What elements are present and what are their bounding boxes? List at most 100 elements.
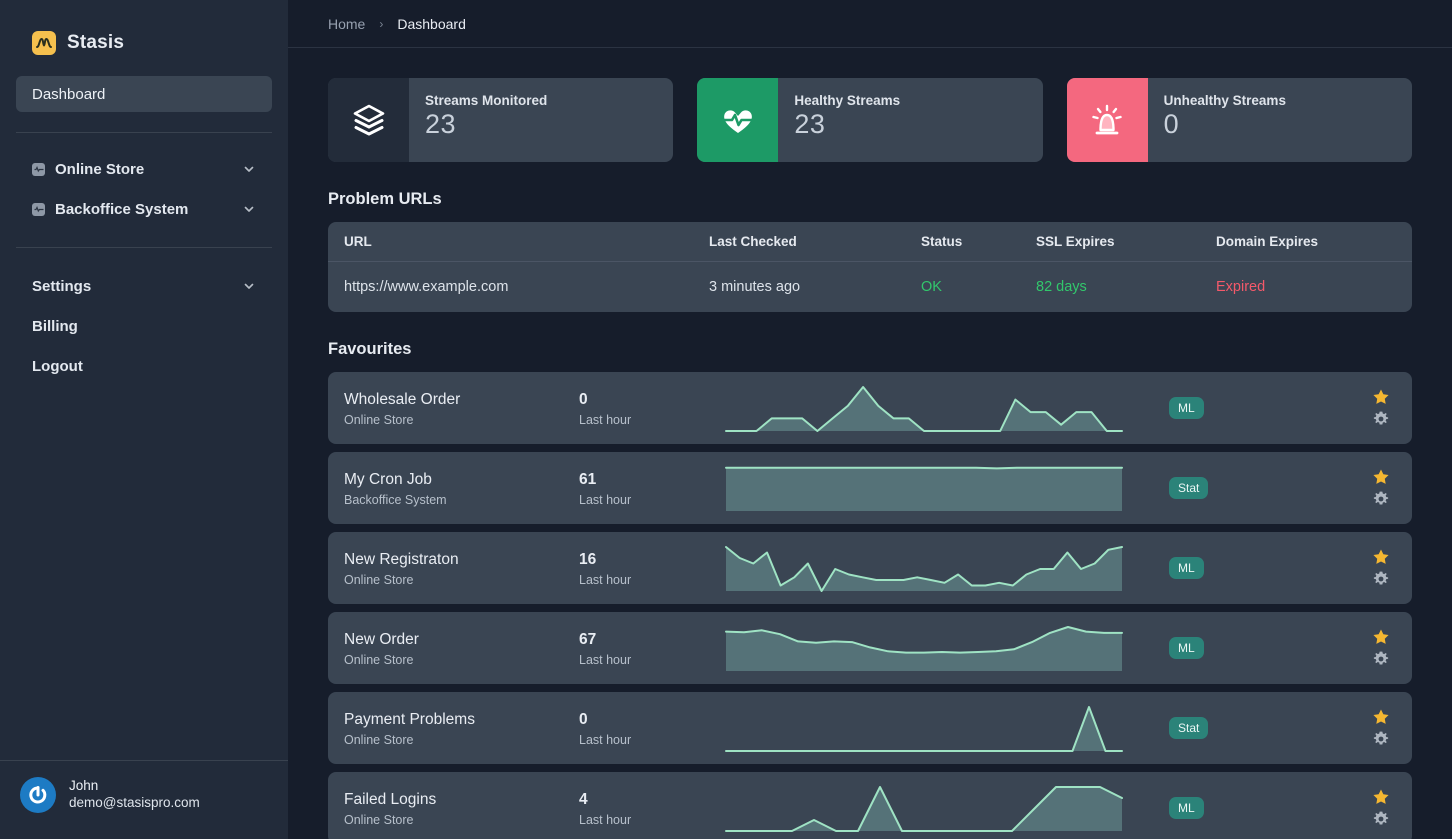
favourite-row[interactable]: New Registraton Online Store 16 Last hour ML: [328, 532, 1412, 604]
cell-last-checked: 3 minutes ago: [709, 279, 801, 295]
favourite-period: Last hour: [579, 572, 632, 587]
sidebar-item-logout[interactable]: Logout: [16, 346, 272, 386]
alarm-light-icon: [1066, 78, 1148, 162]
favourite-value-col: 0 Last hour: [579, 710, 724, 747]
user-email: demo@stasispro.com: [69, 795, 200, 810]
sidebar-secondary: Settings Billing Logout: [0, 266, 288, 386]
favourite-period: Last hour: [579, 732, 632, 747]
favourite-value: 4: [579, 790, 588, 808]
stat-value: 0: [1163, 109, 1180, 139]
sidebar-user-card[interactable]: John demo@stasispro.com: [0, 760, 288, 839]
sidebar-divider-1: [16, 132, 272, 133]
favourite-badge[interactable]: Stat: [1169, 477, 1209, 499]
stat-cards: Streams Monitored 23 Healthy Streams 23: [328, 78, 1412, 162]
gear-icon[interactable]: [1372, 810, 1390, 828]
favourite-row[interactable]: My Cron Job Backoffice System 61 Last hour S…: [328, 452, 1412, 524]
sidebar-item-label: Backoffice System: [55, 200, 189, 218]
favourite-period: Last hour: [579, 492, 632, 507]
favourite-source: Online Store: [344, 732, 414, 747]
favourite-row[interactable]: Wholesale Order Online Store 0 Last hour ML: [328, 372, 1412, 444]
star-filled-icon[interactable]: [1372, 548, 1390, 566]
favourite-sparkline-chart: [724, 461, 1124, 515]
gear-icon[interactable]: [1372, 490, 1390, 508]
favourite-row[interactable]: Failed Logins Online Store 4 Last hour ML: [328, 772, 1412, 839]
star-filled-icon[interactable]: [1372, 468, 1390, 486]
favourite-name-col: Payment Problems Online Store: [344, 710, 579, 747]
sidebar: Stasis Dashboard Online Store Backoffice…: [0, 0, 288, 839]
table-header-row: URL Last Checked Status SSL Expires Doma…: [328, 222, 1412, 262]
dashboard-body: Streams Monitored 23 Healthy Streams 23: [288, 48, 1452, 839]
favourite-name: Wholesale Order: [344, 390, 461, 408]
sidebar-item-dashboard[interactable]: Dashboard: [16, 76, 272, 112]
favourite-badge-col: ML: [1124, 797, 1366, 819]
favourite-actions: [1366, 708, 1396, 748]
favourite-badge[interactable]: ML: [1169, 397, 1204, 419]
gear-icon[interactable]: [1372, 730, 1390, 748]
favourite-name: New Order: [344, 630, 419, 648]
favourite-badge[interactable]: Stat: [1169, 717, 1209, 739]
favourite-period: Last hour: [579, 412, 632, 427]
sidebar-item-billing[interactable]: Billing: [16, 306, 272, 346]
star-filled-icon[interactable]: [1372, 388, 1390, 406]
favourite-badge[interactable]: ML: [1169, 637, 1204, 659]
favourite-row[interactable]: New Order Online Store 67 Last hour ML: [328, 612, 1412, 684]
favourite-value: 67: [579, 630, 597, 648]
sidebar-nav: Dashboard: [0, 62, 288, 112]
stat-card-streams-monitored[interactable]: Streams Monitored 23: [328, 78, 674, 162]
favourite-value-col: 4 Last hour: [579, 790, 724, 827]
sidebar-item-settings[interactable]: Settings: [16, 266, 272, 306]
favourite-sparkline-chart: [724, 541, 1124, 595]
favourite-sparkline-chart: [724, 781, 1124, 835]
gear-icon[interactable]: [1372, 650, 1390, 668]
stat-label: Streams Monitored: [425, 93, 548, 108]
favourite-name: My Cron Job: [344, 470, 432, 488]
breadcrumb-home[interactable]: Home: [328, 16, 365, 32]
favourite-badge[interactable]: ML: [1169, 797, 1204, 819]
star-filled-icon[interactable]: [1372, 708, 1390, 726]
activity-square-icon: [32, 202, 45, 216]
chevron-down-icon[interactable]: [242, 202, 256, 216]
favourite-badge[interactable]: ML: [1169, 557, 1204, 579]
brand-name: Stasis: [67, 32, 125, 53]
favourites-title: Favourites: [328, 340, 412, 358]
cell-status: OK: [921, 279, 942, 295]
sidebar-item-backoffice-system[interactable]: Backoffice System: [16, 191, 272, 227]
favourite-actions: [1366, 788, 1396, 828]
favourite-name-col: New Order Online Store: [344, 630, 579, 667]
favourite-name-col: Wholesale Order Online Store: [344, 390, 579, 427]
stat-card-unhealthy-streams[interactable]: Unhealthy Streams 0: [1066, 78, 1412, 162]
table-row[interactable]: https://www.example.com 3 minutes ago OK…: [328, 262, 1412, 312]
favourite-source: Online Store: [344, 812, 414, 827]
cell-ssl-expires: 82 days: [1036, 279, 1087, 295]
main-content: Home › Dashboard Streams Monitored 23 He…: [288, 0, 1452, 839]
sidebar-item-label: Dashboard: [32, 85, 106, 103]
favourite-value: 0: [579, 710, 588, 728]
brand[interactable]: Stasis: [0, 0, 288, 62]
favourite-row[interactable]: Payment Problems Online Store 0 Last hour St…: [328, 692, 1412, 764]
layers-icon: [328, 78, 409, 162]
favourite-value: 16: [579, 550, 597, 568]
favourite-actions: [1366, 628, 1396, 668]
sidebar-item-online-store[interactable]: Online Store: [16, 151, 272, 187]
stat-label: Healthy Streams: [794, 93, 901, 108]
gear-icon[interactable]: [1372, 570, 1390, 588]
star-filled-icon[interactable]: [1372, 788, 1390, 806]
favourite-name: New Registraton: [344, 550, 459, 568]
favourite-name: Payment Problems: [344, 710, 475, 728]
favourite-value-col: 61 Last hour: [579, 470, 724, 507]
column-header-status: Status: [921, 234, 963, 249]
gear-icon[interactable]: [1372, 410, 1390, 428]
favourite-source: Online Store: [344, 572, 414, 587]
favourite-name-col: New Registraton Online Store: [344, 550, 579, 587]
favourite-badge-col: Stat: [1124, 477, 1366, 499]
star-filled-icon[interactable]: [1372, 628, 1390, 646]
chevron-down-icon[interactable]: [242, 162, 256, 176]
favourite-sparkline-chart: [724, 621, 1124, 675]
problem-urls-title: Problem URLs: [328, 190, 442, 208]
chevron-down-icon[interactable]: [242, 279, 256, 293]
favourite-actions: [1366, 468, 1396, 508]
column-header-last-checked: Last Checked: [709, 234, 797, 249]
favourite-badge-col: ML: [1124, 397, 1366, 419]
stat-card-healthy-streams[interactable]: Healthy Streams 23: [697, 78, 1043, 162]
favourite-period: Last hour: [579, 812, 632, 827]
